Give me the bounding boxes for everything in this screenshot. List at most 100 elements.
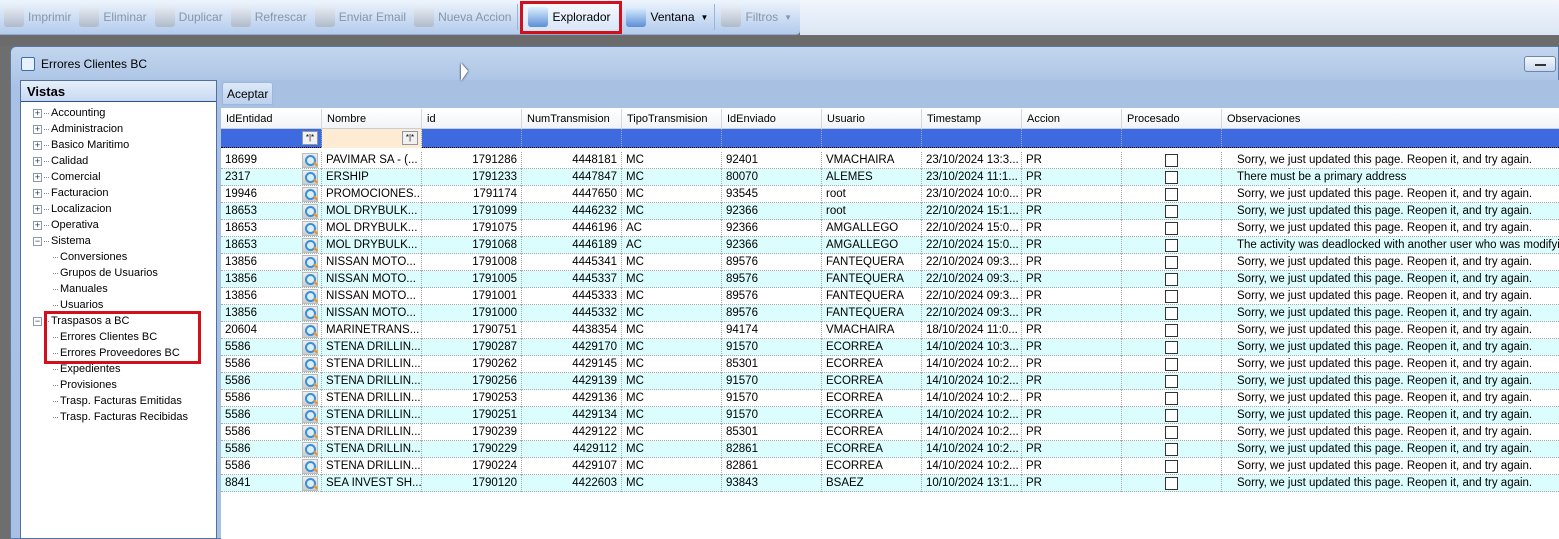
tree-item-provisiones[interactable]: Provisiones	[53, 377, 117, 393]
filter-cell[interactable]	[422, 129, 522, 148]
tree-item-basico-maritimo[interactable]: + Basico Maritimo	[33, 137, 129, 153]
procesado-checkbox[interactable]	[1165, 392, 1178, 405]
tree-item-conversiones[interactable]: Conversiones	[53, 249, 127, 265]
procesado-checkbox[interactable]	[1165, 375, 1178, 388]
filtros-dropdown[interactable]: Filtros ▼	[717, 2, 796, 32]
expand-icon[interactable]: +	[33, 188, 42, 198]
tree-item-accounting[interactable]: + Accounting	[33, 105, 105, 121]
procesado-checkbox[interactable]	[1165, 477, 1178, 490]
tree-item-facturacion[interactable]: + Facturacion	[33, 185, 108, 201]
table-row[interactable]: 19946 PROMOCIONES... 1791174 4447650 MC 93545…	[221, 186, 1559, 203]
table-row[interactable]: 18653 MOL DRYBULK... 1791099 4446232 MC 92366…	[221, 203, 1559, 220]
open-record-magnifier-icon[interactable]	[302, 272, 318, 287]
tree-item-comercial[interactable]: + Comercial	[33, 169, 101, 185]
refrescar-button[interactable]: Refrescar	[227, 2, 311, 32]
procesado-checkbox[interactable]	[1165, 307, 1178, 320]
open-record-magnifier-icon[interactable]	[302, 442, 318, 457]
column-header-observaciones[interactable]: Observaciones	[1222, 109, 1559, 129]
procesado-checkbox[interactable]	[1165, 171, 1178, 184]
procesado-checkbox[interactable]	[1165, 188, 1178, 201]
open-record-magnifier-icon[interactable]	[302, 476, 318, 491]
filter-cell[interactable]	[922, 129, 1022, 148]
expand-icon[interactable]: +	[33, 140, 42, 150]
open-record-magnifier-icon[interactable]	[302, 357, 318, 372]
tree-item-localizacion[interactable]: + Localizacion	[33, 201, 112, 217]
procesado-checkbox[interactable]	[1165, 256, 1178, 269]
expand-icon[interactable]: +	[33, 220, 42, 230]
collapse-icon[interactable]: −	[33, 316, 42, 326]
filter-cell[interactable]	[1222, 129, 1559, 148]
expand-icon[interactable]: +	[33, 156, 42, 166]
procesado-checkbox[interactable]	[1165, 426, 1178, 439]
procesado-checkbox[interactable]	[1165, 205, 1178, 218]
column-header-identidad[interactable]: IdEntidad	[221, 109, 322, 129]
open-record-magnifier-icon[interactable]	[302, 170, 318, 185]
minimize-button[interactable]	[1524, 56, 1556, 72]
procesado-checkbox[interactable]	[1165, 358, 1178, 371]
table-row[interactable]: 5586 STENA DRILLIN... 1790256 4429139 MC 9157…	[221, 373, 1559, 390]
filter-operator-button[interactable]: *|*	[302, 131, 318, 145]
table-row[interactable]: 18653 MOL DRYBULK... 1791075 4446196 AC 92366…	[221, 220, 1559, 237]
table-row[interactable]: 5586 STENA DRILLIN... 1790251 4429134 MC 9157…	[221, 407, 1559, 424]
expand-icon[interactable]: +	[33, 204, 42, 214]
open-record-magnifier-icon[interactable]	[302, 153, 318, 168]
ventana-dropdown[interactable]: Ventana ▼	[622, 2, 712, 32]
open-record-magnifier-icon[interactable]	[302, 306, 318, 321]
table-row[interactable]: 13856 NISSAN MOTO... 1791000 4445332 MC 89576…	[221, 305, 1559, 322]
open-record-magnifier-icon[interactable]	[302, 459, 318, 474]
procesado-checkbox[interactable]	[1165, 222, 1178, 235]
procesado-checkbox[interactable]	[1165, 154, 1178, 167]
collapse-icon[interactable]: −	[33, 236, 42, 246]
procesado-checkbox[interactable]	[1165, 409, 1178, 422]
column-header-timestamp[interactable]: Timestamp	[922, 109, 1022, 129]
explorador-button[interactable]: Explorador	[520, 0, 623, 34]
enviar-email-button[interactable]: Enviar Email	[311, 2, 410, 32]
table-row[interactable]: 5586 STENA DRILLIN... 1790287 4429170 MC 9157…	[221, 339, 1559, 356]
imprimir-button[interactable]: Imprimir	[0, 2, 75, 32]
table-row[interactable]: 20604 MARINETRANS... 1790751 4438354 MC 94174…	[221, 322, 1559, 339]
table-row[interactable]: 8841 SEA INVEST SH... 1790120 4422603 MC 9384…	[221, 475, 1559, 492]
column-header-idenviado[interactable]: IdEnviado	[722, 109, 822, 129]
procesado-checkbox[interactable]	[1165, 341, 1178, 354]
open-record-magnifier-icon[interactable]	[302, 289, 318, 304]
procesado-checkbox[interactable]	[1165, 443, 1178, 456]
eliminar-button[interactable]: Eliminar	[75, 2, 150, 32]
open-record-magnifier-icon[interactable]	[302, 408, 318, 423]
nueva-accion-button[interactable]: Nueva Accion	[410, 2, 515, 32]
table-row[interactable]: 13856 NISSAN MOTO... 1791005 4445337 MC 89576…	[221, 271, 1559, 288]
column-header-accion[interactable]: Accion	[1022, 109, 1122, 129]
open-record-magnifier-icon[interactable]	[302, 425, 318, 440]
open-record-magnifier-icon[interactable]	[302, 221, 318, 236]
procesado-checkbox[interactable]	[1165, 324, 1178, 337]
duplicar-button[interactable]: Duplicar	[151, 2, 227, 32]
table-row[interactable]: 5586 STENA DRILLIN... 1790229 4429112 MC 8286…	[221, 441, 1559, 458]
open-record-magnifier-icon[interactable]	[302, 391, 318, 406]
open-record-magnifier-icon[interactable]	[302, 323, 318, 338]
column-header-id[interactable]: id	[422, 109, 522, 129]
column-header-numtransmision[interactable]: NumTransmision	[522, 109, 622, 129]
filter-cell[interactable]	[522, 129, 622, 148]
filter-cell[interactable]: *|*	[221, 129, 322, 148]
table-row[interactable]: 5586 STENA DRILLIN... 1790262 4429145 MC 8530…	[221, 356, 1559, 373]
tree-item-trasp-facturas-recibidas[interactable]: Trasp. Facturas Recibidas	[53, 409, 188, 425]
filter-operator-button[interactable]: *|*	[402, 131, 418, 145]
column-header-usuario[interactable]: Usuario	[822, 109, 922, 129]
procesado-checkbox[interactable]	[1165, 273, 1178, 286]
procesado-checkbox[interactable]	[1165, 239, 1178, 252]
procesado-checkbox[interactable]	[1165, 290, 1178, 303]
table-row[interactable]: 5586 STENA DRILLIN... 1790224 4429107 MC 8286…	[221, 458, 1559, 475]
open-record-magnifier-icon[interactable]	[302, 255, 318, 270]
table-row[interactable]: 5586 STENA DRILLIN... 1790239 4429122 MC 8530…	[221, 424, 1559, 441]
open-record-magnifier-icon[interactable]	[302, 187, 318, 202]
open-record-magnifier-icon[interactable]	[302, 374, 318, 389]
tree-item-manuales[interactable]: Manuales	[53, 281, 108, 297]
expand-icon[interactable]: +	[33, 124, 42, 134]
aceptar-button[interactable]: Aceptar	[222, 82, 274, 105]
filter-cell[interactable]	[822, 129, 922, 148]
expand-icon[interactable]: +	[33, 108, 42, 118]
tree-item-trasp-facturas-emitidas[interactable]: Trasp. Facturas Emitidas	[53, 393, 182, 409]
tree-item-operativa[interactable]: + Operativa	[33, 217, 99, 233]
tree-item-grupos-de-usuarios[interactable]: Grupos de Usuarios	[53, 265, 158, 281]
open-record-magnifier-icon[interactable]	[302, 238, 318, 253]
tree-item-sistema[interactable]: − Sistema	[33, 233, 91, 249]
